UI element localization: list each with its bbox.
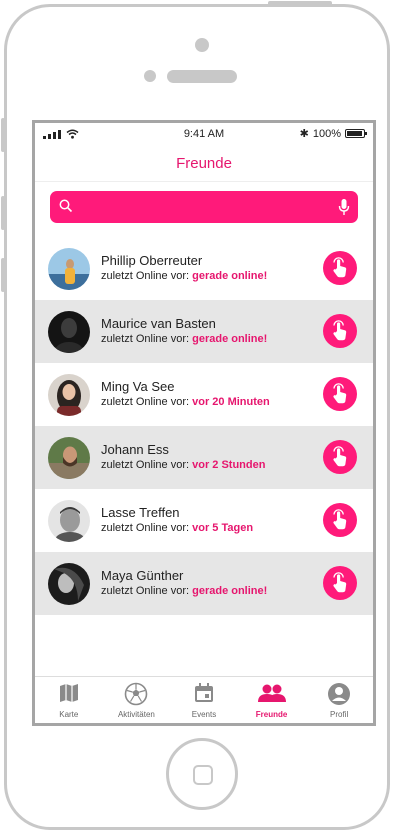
map-icon [59,684,78,702]
last-online-label: zuletzt Online vor: [101,396,190,408]
friend-name: Lasse Treffen [101,505,180,520]
friend-row[interactable]: Maurice van Basten zuletzt Online vor: g… [35,300,373,363]
friend-row[interactable]: Maya Günther zuletzt Online vor: gerade … [35,552,373,615]
friend-row[interactable]: Ming Va See zuletzt Online vor: vor 20 M… [35,363,373,426]
last-online-label: zuletzt Online vor: [101,270,190,282]
avatar [48,563,90,605]
tab-label: Freunde [255,710,288,719]
proximity-sensor [144,70,156,82]
last-online-label: zuletzt Online vor: [101,459,190,471]
tab-label: Aktivitäten [117,710,155,719]
last-online-value: gerade online! [192,333,268,345]
friend-last-online: zuletzt Online vor: gerade online! [101,585,267,597]
poke-button[interactable] [323,566,357,600]
tab-events[interactable]: Events [170,677,238,723]
header-divider [35,181,373,182]
last-online-value: vor 2 Stunden [192,459,266,471]
profile-icon [328,683,351,705]
volume-up-button [1,196,5,230]
earpiece-speaker [167,70,237,83]
tab-karte[interactable]: Karte [35,677,103,723]
poke-button[interactable] [323,440,357,474]
bluetooth-icon: ✱ [299,128,309,140]
avatar [48,374,90,416]
friend-row[interactable]: Phillip Oberreuter zuletzt Online vor: g… [35,237,373,300]
tab-bar: Karte Aktivitäten Events Freunde Profil [35,676,373,723]
poke-button[interactable] [323,503,357,537]
avatar [48,311,90,353]
friends-list: Phillip Oberreuter zuletzt Online vor: g… [35,237,373,615]
avatar [48,500,90,542]
last-online-label: zuletzt Online vor: [101,585,190,597]
friend-last-online: zuletzt Online vor: vor 5 Tagen [101,522,253,534]
friend-last-online: zuletzt Online vor: vor 20 Minuten [101,396,270,408]
poke-button[interactable] [323,251,357,285]
tap-hand-icon [333,509,347,530]
friend-row[interactable]: Johann Ess zuletzt Online vor: vor 2 Stu… [35,426,373,489]
power-button [268,1,332,6]
tap-hand-icon [333,446,347,467]
tab-label: Profil [330,710,349,719]
search-input[interactable] [84,197,328,219]
front-camera [195,38,209,52]
friend-name: Maya Günther [101,568,184,583]
tab-aktivitaeten[interactable]: Aktivitäten [103,677,171,723]
avatar [48,437,90,479]
page-title: Freunde [176,155,232,172]
tap-hand-icon [333,320,347,341]
last-online-value: vor 5 Tagen [192,522,254,534]
friend-last-online: zuletzt Online vor: gerade online! [101,333,267,345]
calendar-icon [194,683,213,702]
mute-switch [1,118,5,152]
tap-hand-icon [333,383,347,404]
battery-percent: 100% [312,127,341,140]
microphone-icon[interactable] [338,198,350,216]
poke-button[interactable] [323,377,357,411]
volume-down-button [1,258,5,292]
tab-freunde[interactable]: Freunde [238,677,306,723]
tab-profil[interactable]: Profil [305,677,373,723]
last-online-value: gerade online! [192,585,268,597]
tab-label: Karte [59,710,79,719]
app-screen: 9:41 AM ✱ 100% Freunde Phillip Oberreute… [32,120,376,726]
friend-name: Johann Ess [101,442,169,457]
status-right: ✱ 100% [299,127,367,140]
soccer-ball-icon [125,682,148,706]
last-online-value: gerade online! [192,270,268,282]
tap-hand-icon [333,572,347,593]
poke-button[interactable] [323,314,357,348]
search-icon [59,199,73,213]
friend-last-online: zuletzt Online vor: gerade online! [101,270,267,282]
last-online-label: zuletzt Online vor: [101,522,190,534]
friend-name: Phillip Oberreuter [101,253,203,268]
tab-label: Events [191,710,217,719]
last-online-value: vor 20 Minuten [192,396,270,408]
friend-name: Ming Va See [101,379,175,394]
home-button-icon [193,765,213,785]
battery-icon [345,129,367,138]
avatar [48,248,90,290]
friend-last-online: zuletzt Online vor: vor 2 Stunden [101,459,265,471]
search-bar[interactable] [50,191,358,223]
status-bar: 9:41 AM ✱ 100% [35,123,373,145]
last-online-label: zuletzt Online vor: [101,333,190,345]
friends-icon [257,684,286,702]
tap-hand-icon [333,257,347,278]
friend-name: Maurice van Basten [101,316,216,331]
friend-row[interactable]: Lasse Treffen zuletzt Online vor: vor 5 … [35,489,373,552]
